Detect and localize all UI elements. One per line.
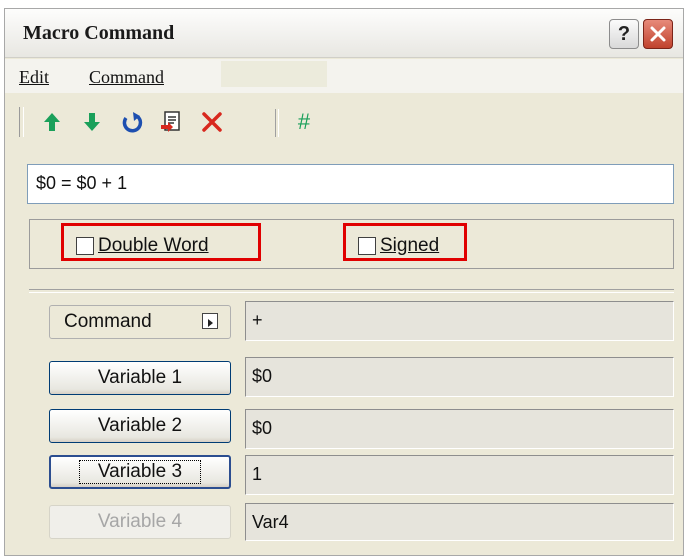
close-icon [650, 26, 666, 42]
delete-button[interactable] [199, 109, 225, 135]
double-word-checkbox[interactable] [76, 237, 94, 255]
variable-4-button: Variable 4 [49, 505, 231, 539]
variable-2-field[interactable]: $0 [245, 409, 674, 449]
variable-1-field[interactable]: $0 [245, 357, 674, 397]
dropdown-arrow-icon [202, 313, 218, 329]
move-up-icon [44, 113, 60, 131]
move-up-button[interactable] [39, 109, 65, 135]
menu-command-label: Command [89, 67, 164, 87]
signed-label: Signed [380, 235, 440, 256]
variable-3-field[interactable]: 1 [245, 455, 674, 495]
copy-doc-icon [161, 111, 180, 132]
macro-command-dialog: Macro Command ? Edit Command # $0 = $0 +… [4, 8, 684, 556]
signed-option[interactable]: Signed [343, 223, 467, 261]
variable-2-label: Variable 2 [97, 415, 183, 436]
variable-3-button[interactable]: Variable 3 [49, 455, 231, 489]
menu-command[interactable]: Command [89, 67, 164, 88]
title-bar[interactable]: Macro Command ? [5, 9, 683, 58]
help-button[interactable]: ? [609, 19, 639, 49]
undo-icon [122, 112, 143, 133]
hash-button[interactable]: # [291, 109, 317, 135]
delete-icon [202, 112, 222, 132]
menu-edit-label: Edit [19, 67, 49, 87]
variable-4-label: Variable 4 [97, 511, 183, 532]
menu-blank-area [221, 61, 327, 87]
command-button-label: Command [64, 311, 152, 332]
undo-button[interactable] [119, 109, 145, 135]
double-word-label: Double Word [98, 235, 209, 256]
command-value-field[interactable]: + [245, 301, 674, 341]
expression-field[interactable]: $0 = $0 + 1 [27, 164, 674, 204]
copy-button[interactable] [159, 109, 185, 135]
command-button[interactable]: Command [49, 305, 231, 339]
menu-bar: Edit Command [5, 59, 683, 93]
hash-icon: # [297, 109, 311, 134]
toolbar-separator [275, 109, 279, 137]
move-down-icon [84, 113, 100, 131]
double-word-option[interactable]: Double Word [61, 223, 261, 261]
toolbar-grip[interactable] [19, 107, 24, 137]
close-button[interactable] [643, 19, 673, 49]
menu-edit[interactable]: Edit [19, 67, 49, 88]
variable-1-button[interactable]: Variable 1 [49, 361, 231, 395]
variable-4-field[interactable]: Var4 [245, 503, 674, 541]
move-down-button[interactable] [79, 109, 105, 135]
section-divider [29, 289, 674, 293]
toolbar: # [17, 101, 677, 141]
signed-checkbox[interactable] [358, 237, 376, 255]
variable-2-button[interactable]: Variable 2 [49, 409, 231, 443]
help-icon: ? [617, 22, 631, 45]
variable-1-label: Variable 1 [97, 367, 183, 388]
window-title: Macro Command [23, 22, 175, 44]
variable-3-label: Variable 3 [78, 460, 202, 484]
